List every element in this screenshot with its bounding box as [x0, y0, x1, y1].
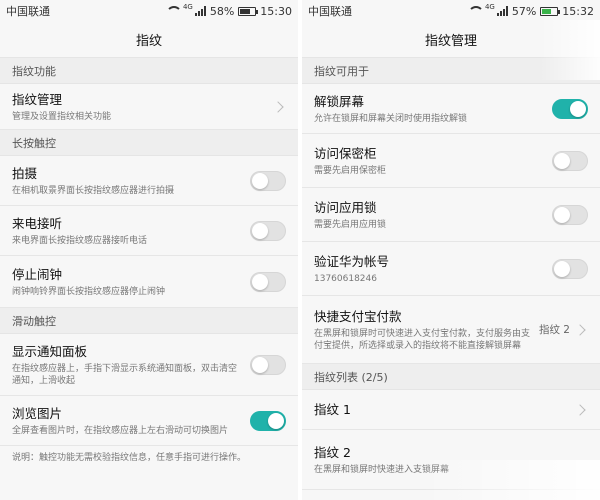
item-subtitle: 需要先启用应用锁: [314, 219, 387, 230]
item-title: 拍摄: [12, 165, 38, 181]
signal-icon: [496, 6, 508, 16]
item-title: 指纹 1: [314, 402, 351, 417]
toggle-knob: [570, 100, 586, 117]
browse-photos-toggle[interactable]: [250, 410, 286, 431]
item-subtitle: 13760618246: [314, 273, 377, 284]
item-title: 访问应用锁: [314, 199, 377, 215]
chevron-right-icon: [574, 323, 586, 336]
battery-icon: [238, 6, 259, 16]
network-type: 4G: [484, 3, 495, 11]
toggle-knob: [268, 412, 284, 429]
answer-call-toggle[interactable]: [250, 220, 286, 241]
toggle-knob: [554, 206, 570, 223]
section-header-usage: 指纹可用于: [302, 58, 600, 84]
alipay-quick-pay-item[interactable]: 快捷支付宝付款 在黑屏和锁屏时可快速进入支付宝付款，支付服务由支付宝提供，所选择…: [302, 296, 600, 364]
status-bar: 中国联通 4G 57% 15:32: [302, 0, 600, 22]
item-title: 快捷支付宝付款: [314, 308, 402, 324]
page-title: 指纹: [0, 22, 298, 58]
item-title: 显示通知面板: [12, 343, 88, 359]
fingerprint-2-item[interactable]: 指纹 2 在黑屏和锁屏时快速进入支锁屏幕: [302, 430, 600, 490]
selected-fingerprint: 指纹 2: [538, 324, 570, 336]
left-screen: 中国联通 4G 58% 15:30 指纹 指纹功能 指纹管理 管理及设置指纹相关…: [0, 0, 298, 500]
safe-access-toggle[interactable]: [552, 150, 588, 171]
item-title: 验证华为帐号: [314, 253, 390, 269]
item-subtitle: 在相机取景界面长按指纹感应器进行拍摄: [12, 185, 175, 196]
notification-panel-toggle[interactable]: [250, 354, 286, 375]
capture-item: 拍摄 在相机取景界面长按指纹感应器进行拍摄: [0, 156, 298, 206]
status-bar: 中国联通 4G 58% 15:30: [0, 0, 298, 22]
safe-access-item: 访问保密柜 需要先启用保密柜: [302, 134, 600, 188]
unlock-screen-item: 解锁屏幕 允许在锁屏和屏幕关闭时使用指纹解锁: [302, 84, 600, 134]
toggle-knob: [252, 222, 268, 239]
capture-toggle[interactable]: [250, 170, 286, 191]
right-screen: 中国联通 4G 57% 15:32 指纹管理 指纹可用于 解锁屏幕 允许在锁屏和…: [302, 0, 600, 500]
wifi-icon: [467, 6, 484, 16]
section-header-fingerprint-functions: 指纹功能: [0, 58, 298, 84]
item-subtitle: 允许在锁屏和屏幕关闭时使用指纹解锁: [314, 113, 468, 124]
answer-call-item: 来电接听 来电界面长按指纹感应器接听电话: [0, 206, 298, 256]
item-subtitle: 在黑屏和锁屏时快速进入支锁屏幕: [314, 464, 450, 475]
huawei-account-item: 验证华为帐号 13760618246: [302, 242, 600, 296]
item-title: 访问保密柜: [314, 145, 377, 161]
app-lock-item: 访问应用锁 需要先启用应用锁: [302, 188, 600, 242]
wifi-icon: [165, 6, 182, 16]
toggle-knob: [252, 172, 268, 189]
item-subtitle: 管理及设置指纹相关功能: [12, 111, 112, 122]
battery-charging-icon: [540, 6, 561, 16]
item-title: 解锁屏幕: [314, 93, 365, 109]
item-subtitle: 在指纹感应器上，手指下滑显示系统通知面板，双击清空通知，上滑收起: [12, 363, 238, 386]
section-header-fingerprint-list: 指纹列表 (2/5): [302, 364, 600, 390]
toggle-knob: [554, 152, 570, 169]
browse-photos-item: 浏览图片 全屏查看图片时，在指纹感应器上左右滑动可切换图片: [0, 396, 298, 446]
battery-percent: 57%: [511, 4, 537, 18]
network-type: 4G: [182, 3, 193, 11]
footnote: 说明：触控功能无需校验指纹信息，任意手指可进行操作。: [12, 453, 247, 463]
toggle-knob: [252, 273, 268, 290]
fingerprint-1-item[interactable]: 指纹 1: [302, 390, 600, 430]
item-subtitle: 需要先启用保密柜: [314, 165, 387, 176]
notification-panel-item: 显示通知面板 在指纹感应器上，手指下滑显示系统通知面板，双击清空通知，上滑收起: [0, 334, 298, 396]
item-title: 指纹 2: [314, 444, 351, 460]
clock: 15:30: [260, 4, 292, 18]
item-subtitle: 在黑屏和锁屏时可快速进入支付宝付款，支付服务由支付宝提供，所选择或录入的指纹将不…: [314, 328, 531, 351]
item-subtitle: 闹钟响铃界面长按指纹感应器停止闹钟: [12, 286, 166, 297]
stop-alarm-toggle[interactable]: [250, 271, 286, 292]
app-lock-toggle[interactable]: [552, 204, 588, 225]
stop-alarm-item: 停止闹钟 闹钟响铃界面长按指纹感应器停止闹钟: [0, 256, 298, 308]
item-title: 浏览图片: [12, 405, 63, 421]
section-header-slide: 滑动触控: [0, 308, 298, 334]
chevron-right-icon: [574, 403, 586, 416]
chevron-right-icon: [272, 100, 284, 113]
carrier-label: 中国联通: [6, 5, 50, 18]
battery-percent: 58%: [209, 4, 235, 18]
clock: 15:32: [562, 4, 594, 18]
fingerprint-manage-item[interactable]: 指纹管理 管理及设置指纹相关功能: [0, 84, 298, 130]
item-title: 停止闹钟: [12, 266, 63, 282]
item-title: 来电接听: [12, 215, 63, 231]
carrier-label: 中国联通: [308, 5, 352, 18]
toggle-knob: [252, 356, 268, 373]
toggle-knob: [554, 260, 570, 277]
item-subtitle: 全屏查看图片时，在指纹感应器上左右滑动可切换图片: [12, 425, 229, 436]
signal-icon: [194, 6, 206, 16]
item-subtitle: 来电界面长按指纹感应器接听电话: [12, 235, 148, 246]
item-title: 指纹管理: [12, 91, 63, 107]
page-title: 指纹管理: [302, 22, 600, 58]
section-header-long-press: 长按触控: [0, 130, 298, 156]
huawei-account-toggle[interactable]: [552, 258, 588, 279]
unlock-screen-toggle[interactable]: [552, 98, 588, 119]
